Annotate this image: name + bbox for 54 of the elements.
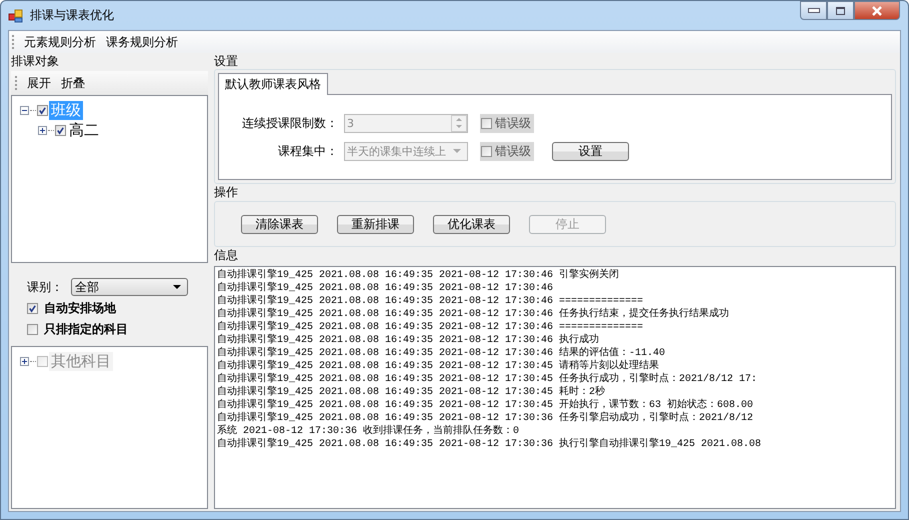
group-title: 设置 (214, 54, 239, 69)
tree-view[interactable]: 班级 高二 (11, 95, 208, 263)
toolbar-button[interactable]: 折叠 (61, 74, 85, 92)
checkbox-label: 自动安排场地 (44, 300, 116, 317)
expand-icon[interactable] (38, 126, 47, 134)
action-button[interactable]: 重新排课 (337, 214, 414, 234)
caret-icon (453, 149, 461, 153)
toolbar-button[interactable]: 展开 (27, 74, 51, 92)
group-title: 排课对象 (11, 54, 60, 69)
checkbox[interactable] (37, 104, 48, 116)
menu-item[interactable]: 课务规则分析 (106, 34, 178, 50)
menu-item[interactable]: 元素规则分析 (24, 34, 96, 50)
field-label: 课别： (27, 278, 63, 296)
log-line: 自动排课引擎19_425 2021.08.08 16:49:35 2021-08-12 17:30:45 耗时：2秒 (217, 386, 606, 398)
log-line: 自动排课引擎19_425 2021.08.08 16:49:35 2021-08-12 17:30:46 任务执行结束，提交任务执行结果成功 (217, 308, 730, 320)
category-dropdown[interactable]: 全部 (71, 278, 188, 296)
minimize-icon (808, 8, 820, 13)
log-line: 自动排课引擎19_425 2021.08.08 16:49:35 2021-08-12 17:30:46 结果的评估值：-11.40 (217, 347, 666, 360)
field-label: 连续授课限制数： (241, 114, 338, 132)
collapse-icon[interactable] (20, 106, 29, 114)
checkbox-label: 错误级 (495, 142, 531, 160)
close-icon (871, 6, 883, 16)
log-line: 自动排课引擎19_425 2021.08.08 16:49:35 2021-08-12 17:30:46 (217, 282, 554, 294)
action-button[interactable]: 优化课表 (433, 214, 510, 234)
window-title: 排课与课表优化 (30, 7, 114, 24)
action-button[interactable]: 清除课表 (241, 214, 318, 234)
log-line: 自动排课引擎19_425 2021.08.08 16:49:35 2021-08-12 17:30:45 开始执行，课节数：63 初始状态：608.00 (217, 399, 754, 412)
log-line: 自动排课引擎19_425 2021.08.08 16:49:35 2021-08-12 17:30:45 任务执行成功，引擎时点：2021/8/12 17: (217, 373, 758, 386)
log-line: 自动排课引擎19_425 2021.08.08 16:49:35 2021-08-12 17:30:36 执行引擎自动排课引擎19_425 2021.08.08 (217, 438, 762, 451)
group-title: 操作 (214, 185, 239, 200)
spinner-arrows-icon (451, 114, 467, 132)
field-label: 课程集中： (277, 142, 338, 160)
log-line: 自动排课引擎19_425 2021.08.08 16:49:35 2021-08-12 17:30:46 ============== (217, 295, 644, 308)
maximize-button[interactable] (827, 1, 854, 20)
tab[interactable]: 默认教师课表风格 (218, 73, 328, 95)
checkbox[interactable] (27, 303, 38, 314)
settings-button[interactable]: 设置 (552, 142, 629, 160)
close-button[interactable] (854, 1, 900, 20)
checkbox[interactable] (27, 324, 38, 335)
log-line: 系统 2021-08-12 17:30:36 收到排课任务，当前排队任务数：0 (217, 425, 520, 438)
checkbox[interactable] (55, 124, 66, 136)
log-line: 自动排课引擎19_425 2021.08.08 16:49:35 2021-08-12 17:30:46 执行成功 (217, 334, 600, 346)
log-line: 自动排课引擎19_425 2021.08.08 16:49:35 2021-08-12 17:30:46 引擎实例关闭 (217, 269, 620, 282)
checkbox-label: 只排指定的科目 (44, 321, 128, 338)
app-icon (8, 8, 24, 24)
group-title: 信息 (214, 248, 239, 263)
caret-icon (173, 285, 181, 289)
minimize-button[interactable] (800, 1, 827, 20)
tree-item[interactable]: 高二 (67, 120, 101, 140)
maximize-icon (836, 6, 845, 14)
checkbox-label: 错误级 (495, 114, 531, 132)
log-line: 自动排课引擎19_425 2021.08.08 16:49:35 2021-08-12 17:30:45 请稍等片刻以处理结果 (217, 360, 660, 372)
log-line: 自动排课引擎19_425 2021.08.08 16:49:35 2021-08-12 17:30:36 任务引擎启动成功，引擎时点：2021/8/12 (217, 412, 754, 424)
log-line: 自动排课引擎19_425 2021.08.08 16:49:35 2021-08-12 17:30:46 ============== (217, 321, 644, 334)
